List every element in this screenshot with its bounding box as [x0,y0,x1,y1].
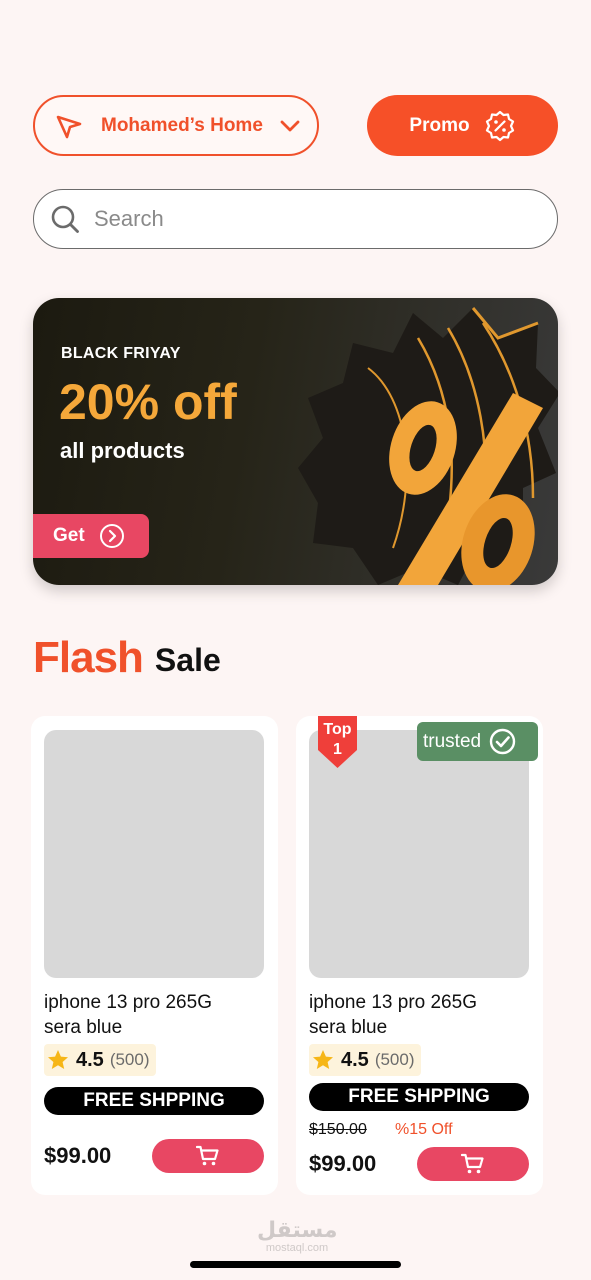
discount-badge-icon [485,110,514,141]
add-to-cart-button[interactable] [417,1147,529,1181]
rating-badge: 4.5 (500) [44,1044,156,1076]
percent-illustration [298,307,558,585]
sale-word: Sale [154,642,221,678]
banner-headline: 20% off [59,374,237,430]
free-shipping-badge: FREE SHPPING [44,1087,264,1115]
product-name-line1: iphone 13 pro 265G [44,992,212,1013]
star-icon [313,1050,333,1069]
banner-subline: all products [60,438,185,463]
promo-banner[interactable]: BLACK FRIYAY 20% off all products Get [33,298,558,585]
watermark: مستقل mostaql.com [257,1217,338,1255]
top-rank-line2: 1 [333,741,342,758]
promo-button[interactable]: Promo [367,95,558,156]
flash-sale-heading: Flash Sale [33,636,221,680]
product-name: iphone 13 pro 265G sera blue [309,990,534,1040]
product-price: $99.00 [44,1143,112,1168]
old-price: $150.00 [309,1121,367,1138]
product-image[interactable] [44,730,264,978]
banner-tag: BLACK FRIYAY [61,345,181,362]
rating-badge: 4.5 (500) [309,1044,421,1076]
location-label: Mohamed’s Home [101,114,263,136]
flash-word: Flash [33,633,144,682]
trusted-label: trusted [423,730,482,752]
chevron-right-circle-icon [99,524,124,548]
rating-value: 4.5 [341,1048,369,1071]
search-input[interactable] [94,206,494,232]
cart-icon [461,1153,484,1174]
top-rank-badge: Top 1 [318,716,357,768]
product-name-line2: sera blue [44,1017,123,1038]
get-button-label: Get [53,525,85,546]
product-name-line2: sera blue [309,1017,388,1038]
trusted-badge: trusted [417,722,538,761]
product-name-line1: iphone 13 pro 265G [309,992,477,1013]
chevron-down-icon [280,120,300,132]
product-name: iphone 13 pro 265G sera blue [44,990,269,1040]
top-rank-line1: Top [323,721,352,738]
product-price: $99.00 [309,1151,377,1176]
product-card[interactable]: iphone 13 pro 265G sera blue 4.5 (500) F… [31,716,278,1195]
cart-icon [196,1145,219,1166]
free-shipping-badge: FREE SHPPING [309,1083,529,1111]
location-selector-button[interactable]: Mohamed’s Home [33,95,319,156]
check-circle-icon [489,728,516,755]
home-indicator[interactable] [190,1261,401,1268]
search-icon [51,205,79,233]
search-bar[interactable] [33,189,558,249]
add-to-cart-button[interactable] [152,1139,264,1173]
navigation-arrow-icon [56,115,82,138]
top-rank-label: Top 1 [318,720,357,760]
get-button[interactable]: Get [33,514,149,558]
watermark-arabic: مستقل [257,1217,338,1242]
product-card[interactable]: Top 1 trusted iphone 13 pro 265G sera bl… [296,716,543,1195]
review-count: (500) [374,1050,415,1069]
star-icon [48,1050,68,1069]
watermark-latin: mostaql.com [265,1242,329,1254]
promo-label: Promo [409,114,470,136]
discount-label: %15 Off [395,1121,453,1138]
rating-value: 4.5 [76,1048,104,1071]
review-count: (500) [109,1050,150,1069]
